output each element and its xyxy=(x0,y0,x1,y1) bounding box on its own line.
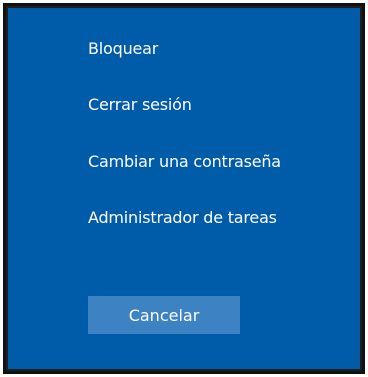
change-password-option[interactable]: Cambiar una contraseña xyxy=(88,152,281,172)
sign-out-option[interactable]: Cerrar sesión xyxy=(88,95,192,115)
task-manager-option[interactable]: Administrador de tareas xyxy=(88,208,277,228)
security-options-panel: Bloquear Cerrar sesión Cambiar una contr… xyxy=(8,8,360,369)
lock-option[interactable]: Bloquear xyxy=(88,39,158,59)
security-options-window: Bloquear Cerrar sesión Cambiar una contr… xyxy=(3,3,365,374)
cancel-button[interactable]: Cancelar xyxy=(88,296,240,334)
